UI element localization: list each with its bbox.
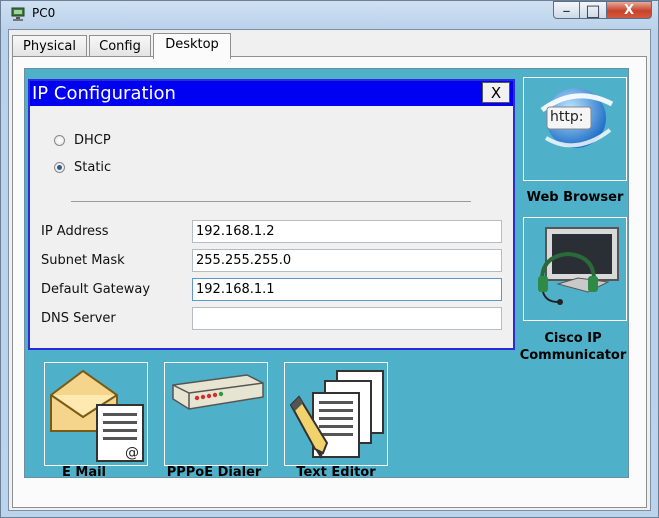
divider (71, 201, 471, 202)
pppoe-dialer-label: PPPoE Dialer (166, 465, 262, 480)
maximize-button[interactable]: □ (580, 0, 607, 20)
tab-desktop[interactable]: Desktop (153, 33, 231, 59)
web-browser-badge: http: (550, 109, 584, 125)
ip-configuration-dialog: IP Configuration X DHCP Static IP Addres… (28, 79, 515, 350)
dialog-close-button[interactable]: X (482, 82, 510, 103)
maximize-icon: □ (585, 0, 601, 20)
close-button[interactable]: X (607, 1, 652, 19)
svg-text:@: @ (125, 445, 139, 461)
tab-physical[interactable]: Physical (12, 35, 87, 57)
window-titlebar[interactable]: PC0 – □ X (1, 1, 658, 29)
dhcp-option[interactable]: DHCP (54, 133, 111, 148)
close-icon: X (490, 83, 502, 102)
ip-address-label: IP Address (41, 224, 109, 239)
pppoe-dialer-app[interactable] (164, 362, 268, 466)
text-editor-label: Text Editor (296, 465, 376, 480)
web-browser-icon: http: (528, 80, 624, 180)
app-window: PC0 – □ X Physical Config Desktop http: … (0, 0, 659, 518)
minimize-icon: – (562, 0, 571, 20)
subnet-mask-field[interactable] (192, 249, 502, 272)
email-icon: @ (47, 365, 147, 469)
static-label: Static (74, 160, 112, 175)
ip-communicator-label-line2: Communicator (519, 348, 627, 363)
window-title: PC0 (32, 6, 56, 20)
window-controls: – □ X (553, 1, 652, 21)
ip-address-field[interactable] (192, 220, 502, 243)
static-option[interactable]: Static (54, 160, 111, 175)
default-gateway-label: Default Gateway (41, 282, 151, 297)
tab-config[interactable]: Config (89, 35, 151, 57)
subnet-mask-label: Subnet Mask (41, 253, 125, 268)
web-browser-app[interactable]: http: (523, 77, 627, 181)
close-icon: X (623, 2, 635, 18)
default-gateway-field[interactable] (192, 278, 502, 301)
static-radio[interactable] (54, 162, 65, 173)
dhcp-label: DHCP (74, 133, 111, 148)
text-editor-app[interactable] (284, 362, 388, 466)
text-editor-icon (287, 365, 387, 469)
ip-communicator-app[interactable] (523, 217, 627, 321)
ip-communicator-icon (528, 222, 624, 322)
dns-server-field[interactable] (192, 307, 502, 330)
dhcp-radio[interactable] (54, 135, 65, 146)
email-app[interactable]: @ (44, 362, 148, 466)
dialog-titlebar[interactable]: IP Configuration (30, 81, 513, 106)
web-browser-label: Web Browser (526, 190, 624, 205)
packet-tracer-pc-icon (10, 6, 28, 22)
ip-communicator-label-line1: Cisco IP (544, 331, 602, 346)
minimize-button[interactable]: – (553, 0, 580, 20)
dns-server-label: DNS Server (41, 311, 116, 326)
email-label: E Mail (61, 465, 107, 480)
pppoe-dialer-icon (167, 367, 267, 431)
dialog-title: IP Configuration (32, 83, 176, 104)
